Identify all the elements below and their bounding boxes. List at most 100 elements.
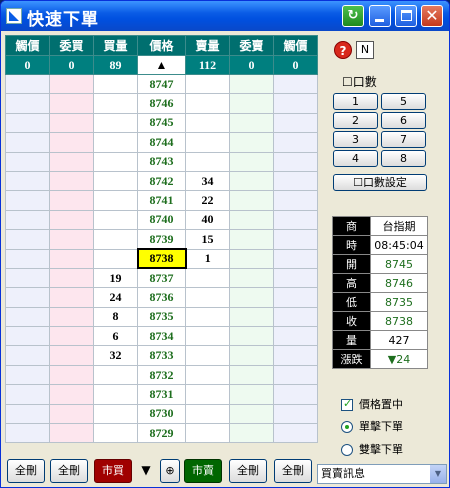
qty-button-3[interactable]: 3 xyxy=(333,131,378,148)
trigger-buy-cell[interactable] xyxy=(5,326,50,347)
trigger-sell-cell[interactable] xyxy=(273,112,318,134)
buy-qty-cell[interactable] xyxy=(93,403,138,425)
buy-qty-cell[interactable]: 24 xyxy=(93,287,138,308)
qty-button-2[interactable]: 2 xyxy=(333,112,378,129)
pending-buy-cell[interactable] xyxy=(49,403,94,425)
price-cell[interactable]: 8731 xyxy=(137,384,186,405)
trigger-buy-cell[interactable] xyxy=(5,209,50,231)
pending-sell-cell[interactable] xyxy=(229,306,274,328)
buy-qty-cell[interactable] xyxy=(93,170,138,192)
trigger-sell-cell[interactable] xyxy=(273,229,318,250)
trigger-buy-cell[interactable] xyxy=(5,423,50,444)
pending-buy-cell[interactable] xyxy=(49,345,94,366)
sell-qty-cell[interactable] xyxy=(185,93,230,114)
trigger-buy-cell[interactable] xyxy=(5,151,50,172)
pending-sell-cell[interactable] xyxy=(229,423,274,444)
trigger-buy-cell[interactable] xyxy=(5,287,50,308)
pending-sell-cell[interactable] xyxy=(229,132,274,153)
trigger-buy-cell[interactable] xyxy=(5,132,50,153)
trigger-sell-cell[interactable] xyxy=(273,403,318,425)
pending-buy-cell[interactable] xyxy=(49,93,94,114)
trigger-buy-cell[interactable] xyxy=(5,345,50,366)
sell-qty-cell[interactable] xyxy=(185,73,230,95)
pending-sell-cell[interactable] xyxy=(229,190,274,211)
center-price-checkbox[interactable] xyxy=(341,397,353,411)
trigger-sell-cell[interactable] xyxy=(273,132,318,153)
center-price-option[interactable]: 價格置中 xyxy=(341,396,403,412)
price-cell[interactable]: 8742 xyxy=(137,170,186,192)
buy-qty-cell[interactable] xyxy=(93,190,138,211)
trigger-sell-cell[interactable] xyxy=(273,190,318,211)
qty-button-4[interactable]: 4 xyxy=(333,150,378,167)
pending-buy-cell[interactable] xyxy=(49,190,94,211)
pending-buy-cell[interactable] xyxy=(49,132,94,153)
pending-sell-cell[interactable] xyxy=(229,112,274,134)
buy-qty-cell[interactable] xyxy=(93,151,138,172)
trigger-buy-cell[interactable] xyxy=(5,364,50,386)
pending-buy-cell[interactable] xyxy=(49,326,94,347)
cancel-all-trigger-sell-button[interactable]: 全刪 xyxy=(274,459,312,483)
sell-qty-cell[interactable] xyxy=(185,151,230,172)
trigger-buy-cell[interactable] xyxy=(5,93,50,114)
buy-qty-cell[interactable]: 32 xyxy=(93,345,138,366)
price-cell[interactable]: 8737 xyxy=(137,267,186,289)
pending-sell-cell[interactable] xyxy=(229,229,274,250)
buy-qty-cell[interactable]: 19 xyxy=(93,267,138,289)
pending-buy-cell[interactable] xyxy=(49,112,94,134)
pending-buy-cell[interactable] xyxy=(49,248,94,269)
price-cell[interactable]: 8746 xyxy=(137,93,186,114)
qty-button-5[interactable]: 5 xyxy=(381,93,426,110)
buy-qty-cell[interactable] xyxy=(93,364,138,386)
buy-qty-cell[interactable] xyxy=(93,112,138,134)
buy-qty-cell[interactable]: 6 xyxy=(93,326,138,347)
buy-qty-cell[interactable] xyxy=(93,248,138,269)
price-cell[interactable]: 8743 xyxy=(137,151,186,172)
pending-sell-cell[interactable] xyxy=(229,248,274,269)
price-cell[interactable]: 8741 xyxy=(137,190,186,211)
cancel-all-sell-button[interactable]: 全刪 xyxy=(229,459,267,483)
pending-sell-cell[interactable] xyxy=(229,267,274,289)
trigger-sell-cell[interactable] xyxy=(273,248,318,269)
price-cell[interactable]: 8744 xyxy=(137,132,186,153)
sell-qty-cell[interactable]: 1 xyxy=(185,248,230,269)
buy-qty-cell[interactable] xyxy=(93,132,138,153)
trigger-sell-cell[interactable] xyxy=(273,287,318,308)
buy-qty-cell[interactable] xyxy=(93,73,138,95)
price-cell[interactable]: 8729 xyxy=(137,423,186,444)
buy-qty-cell[interactable] xyxy=(93,384,138,405)
trigger-sell-cell[interactable] xyxy=(273,384,318,405)
pending-buy-cell[interactable] xyxy=(49,287,94,308)
cancel-all-trigger-buy-button[interactable]: 全刪 xyxy=(7,459,45,483)
maximize-button[interactable] xyxy=(395,5,417,27)
trigger-buy-cell[interactable] xyxy=(5,384,50,405)
qty-button-1[interactable]: 1 xyxy=(333,93,378,110)
trigger-sell-cell[interactable] xyxy=(273,151,318,172)
sell-qty-cell[interactable] xyxy=(185,364,230,386)
buy-qty-cell[interactable] xyxy=(93,423,138,444)
pending-buy-cell[interactable] xyxy=(49,267,94,289)
trigger-sell-cell[interactable] xyxy=(273,306,318,328)
pending-sell-cell[interactable] xyxy=(229,345,274,366)
trigger-sell-cell[interactable] xyxy=(273,209,318,231)
pending-sell-cell[interactable] xyxy=(229,326,274,347)
pending-sell-cell[interactable] xyxy=(229,384,274,405)
pending-buy-cell[interactable] xyxy=(49,306,94,328)
sell-qty-cell[interactable]: 22 xyxy=(185,190,230,211)
price-cell[interactable]: 8747 xyxy=(137,73,186,95)
n-button[interactable]: N xyxy=(356,41,374,59)
trigger-sell-cell[interactable] xyxy=(273,73,318,95)
pending-buy-cell[interactable] xyxy=(49,364,94,386)
single-click-radio[interactable] xyxy=(341,421,353,433)
cancel-all-buy-button[interactable]: 全刪 xyxy=(50,459,88,483)
trigger-sell-cell[interactable] xyxy=(273,364,318,386)
trigger-sell-cell[interactable] xyxy=(273,326,318,347)
single-click-option[interactable]: 單擊下單 xyxy=(341,418,403,434)
pending-buy-cell[interactable] xyxy=(49,384,94,405)
trigger-buy-cell[interactable] xyxy=(5,229,50,250)
minimize-button[interactable] xyxy=(369,5,391,27)
price-cell[interactable]: 8736 xyxy=(137,287,186,308)
sell-qty-cell[interactable] xyxy=(185,306,230,328)
sell-qty-cell[interactable] xyxy=(185,384,230,405)
buy-qty-cell[interactable] xyxy=(93,209,138,231)
sell-qty-cell[interactable] xyxy=(185,287,230,308)
